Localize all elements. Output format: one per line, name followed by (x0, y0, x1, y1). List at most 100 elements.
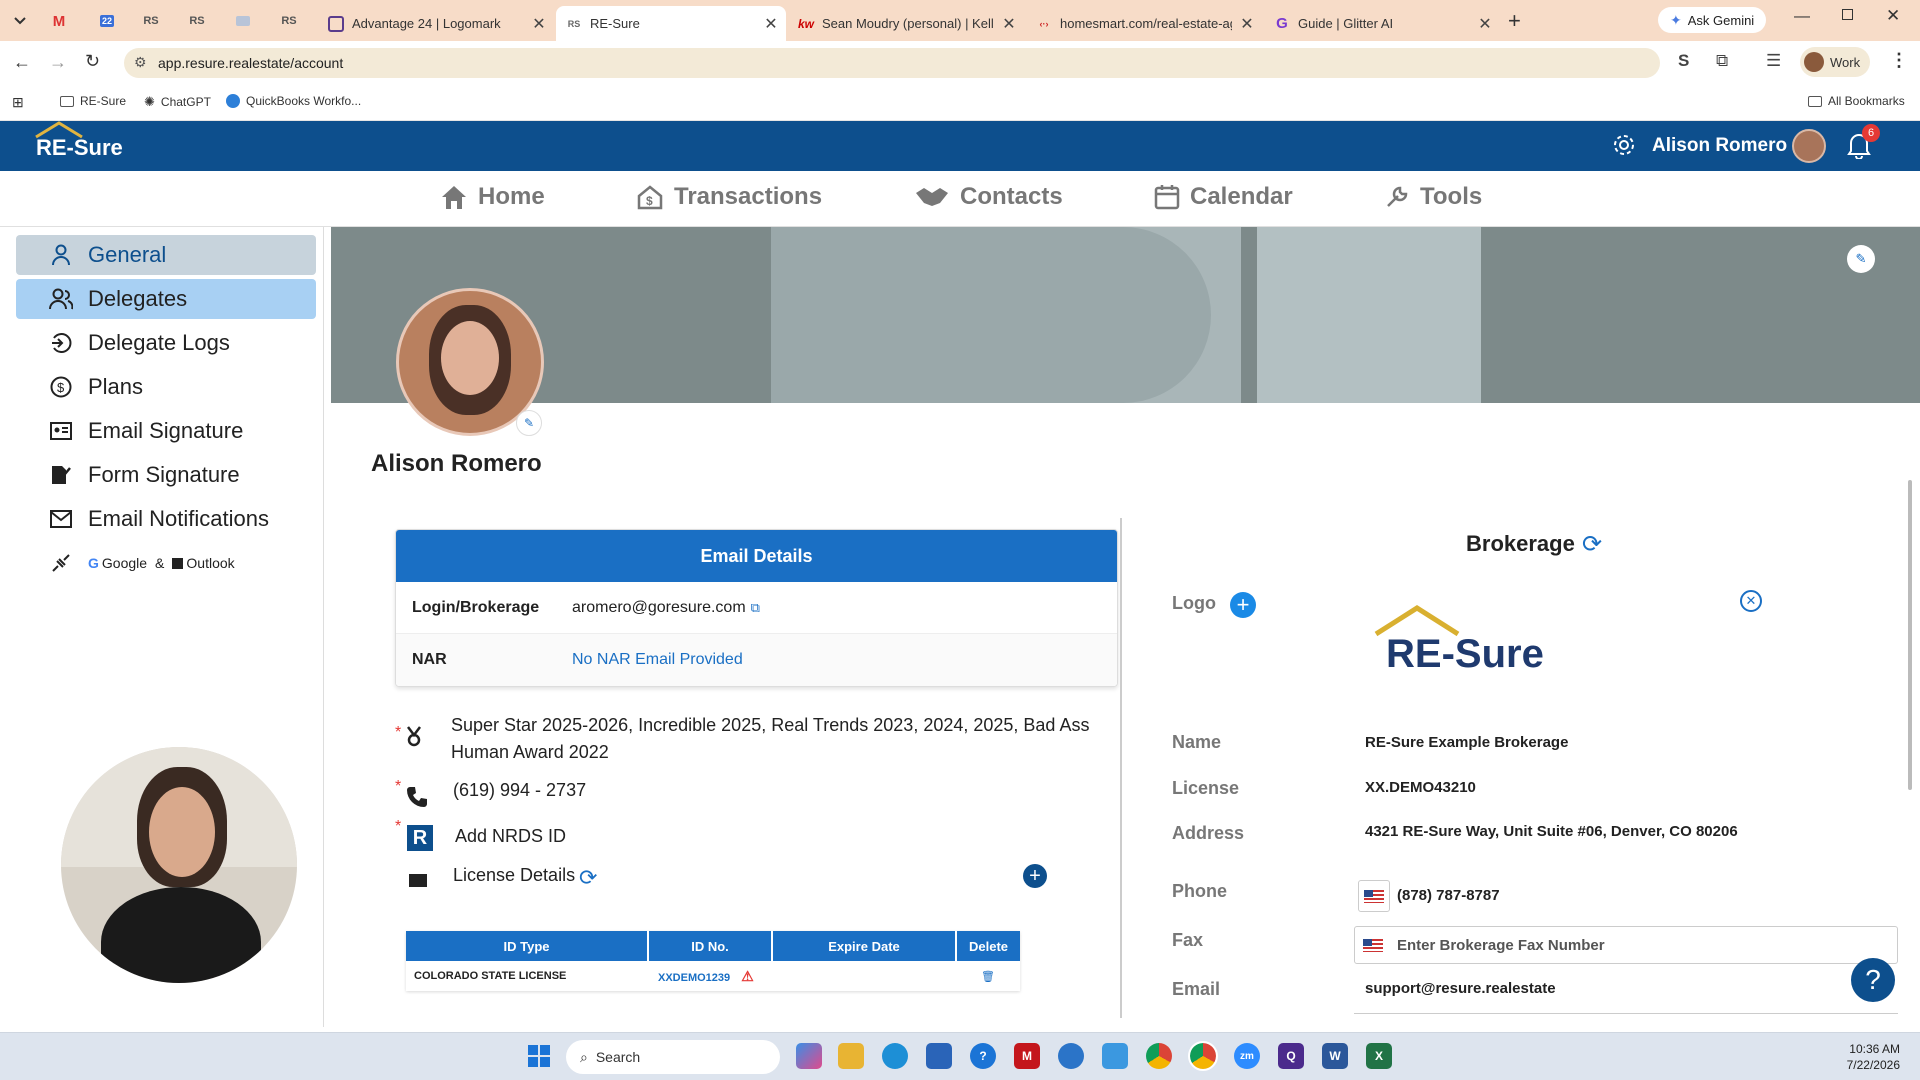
all-bookmarks[interactable]: All Bookmarks (1808, 94, 1905, 108)
mcafee-icon[interactable]: M (1014, 1043, 1040, 1069)
bookmark-resure[interactable]: RE-Sure (60, 94, 126, 108)
phone-number[interactable]: (619) 994 - 2737 (453, 780, 586, 801)
profile-button[interactable]: Work (1800, 47, 1871, 77)
site-info-icon[interactable]: ⚙ (134, 54, 147, 71)
sync-icon[interactable]: S (1678, 51, 1689, 71)
brokerage-license[interactable]: XX.DEMO43210 (1365, 779, 1476, 796)
address-bar[interactable]: ⚙ app.resure.realestate/account (124, 48, 1660, 78)
apps-icon[interactable]: ⊞ (12, 94, 24, 111)
awards-text[interactable]: Super Star 2025-2026, Incredible 2025, R… (451, 712, 1091, 766)
add-license-button[interactable]: + (1023, 864, 1047, 888)
add-logo-button[interactable]: + (1230, 592, 1256, 618)
pinned-tab-resure-2[interactable]: RS (184, 8, 210, 34)
tab-search-button[interactable] (8, 8, 32, 34)
brokerage-phone[interactable]: (878) 787-8787 (1397, 887, 1500, 904)
zoom-icon[interactable]: zm (1234, 1043, 1260, 1069)
tab-keller[interactable]: kw Sean Moudry (personal) | Keller ✕ (788, 6, 1024, 41)
url-text[interactable]: app.resure.realestate/account (158, 55, 343, 71)
resure-logo[interactable]: RE-Sure (34, 121, 123, 160)
remove-logo-icon[interactable]: ✕ (1740, 590, 1762, 612)
header-user-name[interactable]: Alison Romero (1652, 135, 1787, 157)
close-tab-icon[interactable]: ✕ (1470, 14, 1500, 34)
brokerage-address[interactable]: 4321 RE-Sure Way, Unit Suite #06, Denver… (1365, 823, 1895, 840)
license-id[interactable]: XXDEMO1239 (658, 972, 730, 984)
weather-app-icon[interactable] (1102, 1043, 1128, 1069)
browser-menu-icon[interactable]: ⋮ (1890, 50, 1908, 71)
sidebar-item-delegate-logs[interactable]: Delegate Logs (16, 323, 316, 363)
bookmark-quickbooks[interactable]: QuickBooks Workfo... (226, 94, 361, 108)
bookmark-chatgpt[interactable]: ✺ ChatGPT (144, 94, 211, 110)
close-window-button[interactable]: ✕ (1886, 6, 1900, 26)
nav-home[interactable]: Home (440, 183, 545, 211)
close-tab-icon[interactable]: ✕ (524, 14, 554, 34)
refresh-license-icon[interactable]: ⟳ (579, 865, 597, 891)
maximize-button[interactable] (1842, 9, 1853, 20)
license-id-cell[interactable]: XXDEMO1239 ⚠ (648, 961, 772, 991)
file-explorer-icon[interactable] (838, 1043, 864, 1069)
help-app-icon[interactable]: ? (970, 1043, 996, 1069)
close-tab-icon[interactable]: ✕ (994, 14, 1024, 34)
pinned-tab-resure-1[interactable]: RS (138, 8, 164, 34)
store-icon[interactable] (926, 1043, 952, 1069)
us-flag-icon[interactable] (1358, 880, 1390, 912)
add-nrds-id-link[interactable]: Add NRDS ID (455, 826, 566, 847)
login-email-value[interactable]: aromero@goresure.com (572, 599, 746, 617)
word-icon[interactable]: W (1322, 1043, 1348, 1069)
sidebar-item-email-notifications[interactable]: Email Notifications (16, 499, 316, 539)
header-avatar[interactable] (1792, 129, 1826, 163)
refresh-brokerage-icon[interactable]: ⟳ (1582, 530, 1602, 559)
brokerage-name[interactable]: RE-Sure Example Brokerage (1365, 734, 1568, 751)
tab-resure[interactable]: RS RE-Sure ✕ (556, 6, 786, 41)
pinned-tab-resure-3[interactable]: RS (276, 8, 302, 34)
license-table-header: ID Type ID No. Expire Date Delete (406, 931, 1020, 961)
app-icon[interactable] (1058, 1043, 1084, 1069)
nav-tools[interactable]: Tools (1384, 183, 1482, 211)
sidebar-item-plans[interactable]: $ Plans (16, 367, 316, 407)
page-scrollbar[interactable] (1908, 480, 1912, 790)
windows-start-icon[interactable] (528, 1045, 550, 1067)
extensions-icon[interactable]: ⧉ (1716, 51, 1728, 71)
sidebar-item-delegates[interactable]: Delegates (16, 279, 316, 319)
pinned-tab-other[interactable] (230, 8, 256, 34)
nav-calendar[interactable]: Calendar (1154, 183, 1293, 211)
sidebar-item-email-signature[interactable]: Email Signature (16, 411, 316, 451)
excel-icon[interactable]: X (1366, 1043, 1392, 1069)
tab-advantage-logomark[interactable]: Advantage 24 | Logomark ✕ (318, 6, 554, 41)
chrome-active-icon[interactable] (1188, 1041, 1218, 1071)
help-button[interactable]: ? (1851, 958, 1895, 1002)
close-tab-icon[interactable]: ✕ (1232, 14, 1262, 34)
sidebar-item-integrations[interactable]: G Google & Outlook (16, 543, 316, 583)
handshake-icon (916, 188, 948, 206)
sidebar-item-form-signature[interactable]: Form Signature (16, 455, 316, 495)
nar-email-value[interactable]: No NAR Email Provided (572, 651, 743, 669)
edge-icon[interactable] (882, 1043, 908, 1069)
settings-gear-icon[interactable] (1612, 133, 1636, 157)
reload-button[interactable]: ↻ (85, 51, 100, 72)
delete-license-icon[interactable]: 🗑 (956, 961, 1020, 991)
taskbar-clock[interactable]: 10:36 AM 7/22/2026 (1834, 1041, 1900, 1073)
forward-button[interactable]: → (49, 52, 67, 73)
sidebar-item-general[interactable]: General (16, 235, 316, 275)
app-q-icon[interactable]: Q (1278, 1043, 1304, 1069)
nav-transactions[interactable]: $ Transactions (636, 183, 822, 211)
chrome-icon[interactable] (1146, 1043, 1172, 1069)
minimize-button[interactable]: — (1794, 8, 1810, 26)
ask-gemini-button[interactable]: ✦ Ask Gemini (1658, 7, 1767, 33)
copy-icon[interactable]: ⧉ (751, 600, 760, 616)
edit-photo-pencil-icon[interactable]: ✎ (516, 410, 542, 436)
reading-list-icon[interactable]: ☰ (1766, 51, 1781, 71)
tab-glitter[interactable]: G Guide | Glitter AI ✕ (1264, 6, 1500, 41)
brokerage-email[interactable]: support@resure.realestate (1365, 980, 1556, 997)
copilot-icon[interactable] (796, 1043, 822, 1069)
edit-banner-pencil-icon[interactable]: ✎ (1847, 245, 1875, 273)
pinned-tab-gmail[interactable]: M (46, 8, 72, 34)
taskbar-search[interactable]: ⌕ Search (566, 1040, 780, 1074)
close-tab-icon[interactable]: ✕ (756, 14, 786, 34)
logomark-icon (328, 15, 344, 32)
fax-field[interactable]: Enter Brokerage Fax Number (1354, 926, 1898, 964)
new-tab-button[interactable]: + (1508, 8, 1521, 34)
nav-contacts[interactable]: Contacts (914, 183, 1063, 211)
tab-homesmart[interactable]: ‹·› homesmart.com/real-estate-ag ✕ (1026, 6, 1262, 41)
pinned-tab-calendar[interactable]: 22 (94, 8, 120, 34)
back-button[interactable]: ← (13, 52, 31, 73)
